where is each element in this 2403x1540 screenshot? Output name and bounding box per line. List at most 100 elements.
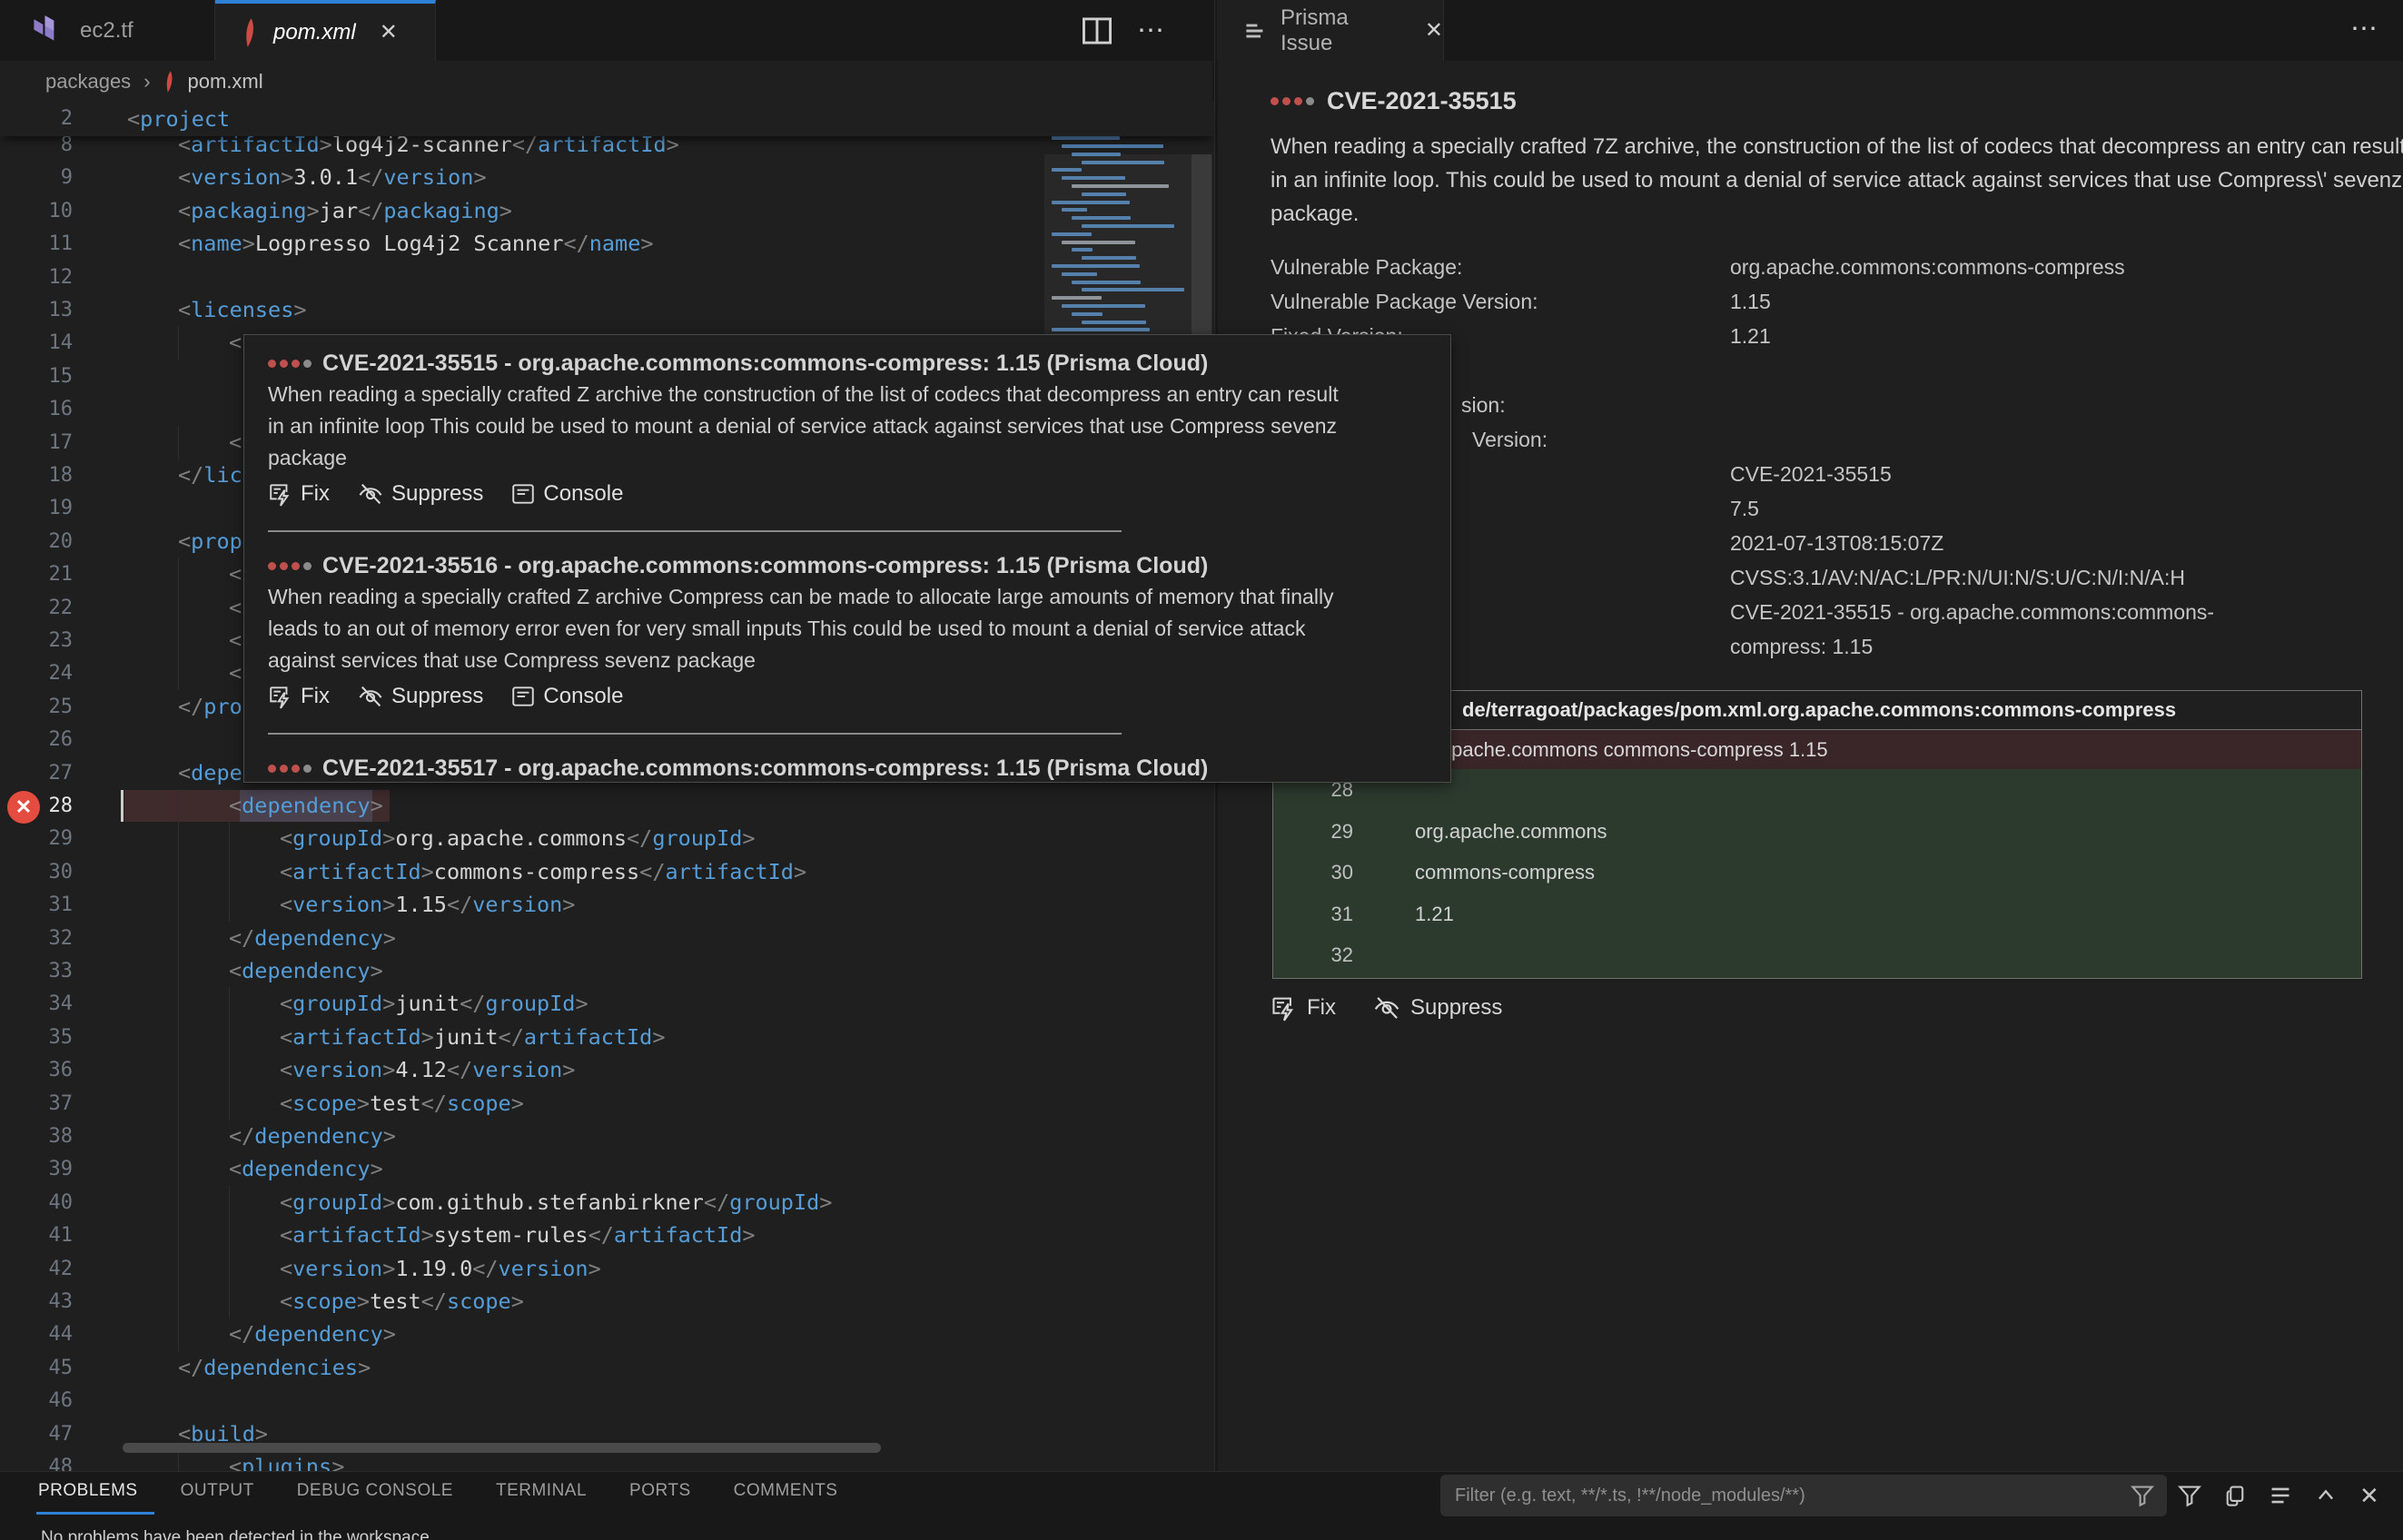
code-line[interactable]: 36<version>4.12</version> <box>0 1053 1214 1087</box>
code-line[interactable]: 32</dependency> <box>0 922 1214 955</box>
code-line[interactable]: 40<groupId>com.github.stefanbirkner</gro… <box>0 1186 1214 1219</box>
code-line[interactable]: 10<packaging>jar</packaging> <box>0 194 1214 228</box>
code-line[interactable]: 45</dependencies> <box>0 1351 1214 1385</box>
breadcrumb-folder[interactable]: packages <box>45 70 131 94</box>
panel-tab-comments[interactable]: COMMENTS <box>734 1481 838 1508</box>
fix-button[interactable]: Fix <box>1271 994 1336 1022</box>
tab-ec2-tf[interactable]: ec2.tf <box>0 0 215 61</box>
code-line[interactable]: 30<artifactId>commons-compress</artifact… <box>0 855 1214 889</box>
code-line[interactable]: 12 <box>0 261 1214 294</box>
close-panel-icon[interactable]: ✕ <box>2359 1482 2379 1510</box>
code-line[interactable]: 41<artifactId>system-rules</artifactId> <box>0 1219 1214 1252</box>
diff-line-number: 30 <box>1273 852 1353 893</box>
maven-icon <box>241 18 259 47</box>
code-line[interactable]: 43<scope>test</scope> <box>0 1285 1214 1318</box>
suppress-button[interactable]: Suppress <box>357 684 483 709</box>
code-line[interactable]: 34<groupId>junit</groupId> <box>0 987 1214 1021</box>
line-number: 18 <box>0 459 73 492</box>
minimap-slider[interactable] <box>1044 154 1212 336</box>
copy-icon[interactable] <box>2223 1484 2247 1507</box>
horizontal-scrollbar[interactable] <box>123 1443 881 1453</box>
detail-value: 1.21 <box>1730 319 1771 353</box>
filter-icon[interactable] <box>2178 1484 2201 1507</box>
detail-value: 2021-07-13T08:15:07Z <box>1730 526 2275 560</box>
fix-button[interactable]: Fix <box>268 481 330 507</box>
tooltip-issue-title: CVE-2021-35515 - org.apache.commons:comm… <box>268 348 1427 379</box>
fix-button[interactable]: Fix <box>268 684 330 709</box>
suppress-button[interactable]: Suppress <box>1372 994 1502 1022</box>
error-icon: ✕ <box>7 791 40 824</box>
active-tab-underline <box>36 1512 154 1515</box>
detail-row: Vulnerable Package:org.apache.commons:co… <box>1271 250 2360 284</box>
more-actions-icon[interactable]: ⋯ <box>2350 13 2379 44</box>
code-line[interactable]: 38</dependency> <box>0 1120 1214 1153</box>
chevron-up-icon[interactable] <box>2314 1484 2338 1507</box>
panel-tab-problems[interactable]: PROBLEMS <box>38 1481 138 1508</box>
diff-added-line: 29org.apache.commons <box>1273 811 2361 852</box>
line-number: 30 <box>0 855 73 889</box>
panel-tab-output[interactable]: OUTPUT <box>181 1481 254 1508</box>
right-tab-bar: Prisma Issue ✕ ⋯ <box>1217 0 2403 62</box>
panel-tab-ports[interactable]: PORTS <box>629 1481 691 1508</box>
line-number: 11 <box>0 227 73 261</box>
line-number: 31 <box>0 888 73 922</box>
tab-prisma-issue[interactable]: Prisma Issue ✕ <box>1217 0 1444 61</box>
problems-filter[interactable] <box>1440 1475 2167 1516</box>
minimap-bar <box>1052 136 1120 140</box>
filter-input[interactable] <box>1453 1485 2131 1507</box>
close-icon[interactable]: ✕ <box>1425 17 1443 44</box>
code-line[interactable]: 46 <box>0 1384 1214 1417</box>
code-line[interactable]: 28<dependency> <box>0 789 1214 823</box>
line-number: 23 <box>0 624 73 657</box>
tab-label: ec2.tf <box>80 18 134 44</box>
line-number: 16 <box>0 392 73 426</box>
close-icon[interactable]: ✕ <box>380 19 398 45</box>
diff-line-number: 32 <box>1273 934 1353 975</box>
line-number: 41 <box>0 1219 73 1252</box>
partial-label: Version: <box>1472 422 1548 457</box>
line-number: 42 <box>0 1252 73 1286</box>
line-number: 40 <box>0 1186 73 1219</box>
code-line[interactable]: 33<dependency> <box>0 954 1214 988</box>
filter-funnel-icon[interactable] <box>2131 1484 2154 1507</box>
terraform-icon <box>33 15 64 46</box>
console-button[interactable]: Console <box>510 684 623 709</box>
list-icon <box>1244 20 1266 42</box>
code-line[interactable]: 31<version>1.15</version> <box>0 888 1214 922</box>
menu-lines-icon[interactable] <box>2269 1484 2292 1507</box>
code-line[interactable]: 11<name>Logpresso Log4j2 Scanner</name> <box>0 227 1214 261</box>
code-line[interactable]: 29<groupId>org.apache.commons</groupId> <box>0 822 1214 855</box>
line-number: 13 <box>0 293 73 327</box>
line-number: 46 <box>0 1384 73 1417</box>
console-button[interactable]: Console <box>510 481 623 507</box>
detail-value: 1.15 <box>1730 284 1771 319</box>
sticky-scroll-line[interactable]: 2 <project <box>0 102 1214 136</box>
tab-pom-xml[interactable]: pom.xml ✕ <box>215 0 436 61</box>
vertical-scrollbar[interactable] <box>1192 154 1211 336</box>
line-number: 33 <box>0 954 73 988</box>
code-line[interactable]: 42<version>1.19.0</version> <box>0 1252 1214 1286</box>
line-number: 37 <box>0 1087 73 1120</box>
panel-tab-debug-console[interactable]: DEBUG CONSOLE <box>297 1481 453 1508</box>
code-line[interactable]: 39<dependency> <box>0 1152 1214 1186</box>
fix-icon <box>1271 994 1298 1022</box>
suppress-button[interactable]: Suppress <box>357 481 483 507</box>
breadcrumb[interactable]: packages › pom.xml <box>0 61 1212 102</box>
issue-detail-values: CVE-2021-355157.52021-07-13T08:15:07ZCVS… <box>1730 457 2275 664</box>
line-number: 43 <box>0 1285 73 1318</box>
code-line[interactable]: 9<version>3.0.1</version> <box>0 161 1214 194</box>
partial-label: sion: <box>1461 388 1506 422</box>
code-line[interactable]: 44</dependency> <box>0 1318 1214 1351</box>
tab-label: Prisma Issue <box>1281 5 1401 56</box>
line-number: 35 <box>0 1021 73 1054</box>
detail-value: CVE-2021-35515 - org.apache.commons:comm… <box>1730 595 2275 664</box>
diff-line-text: 1.21 <box>1415 893 1454 934</box>
code-line[interactable]: 35<artifactId>junit</artifactId> <box>0 1021 1214 1054</box>
panel-tab-terminal[interactable]: TERMINAL <box>496 1481 587 1508</box>
console-icon <box>510 481 536 507</box>
breadcrumb-file[interactable]: pom.xml <box>188 70 263 94</box>
detail-row: Vulnerable Package Version:1.15 <box>1271 284 2360 319</box>
code-line[interactable]: 13<licenses> <box>0 293 1214 327</box>
code-line[interactable]: 37<scope>test</scope> <box>0 1087 1214 1120</box>
severity-dots-icon <box>1271 97 1314 105</box>
